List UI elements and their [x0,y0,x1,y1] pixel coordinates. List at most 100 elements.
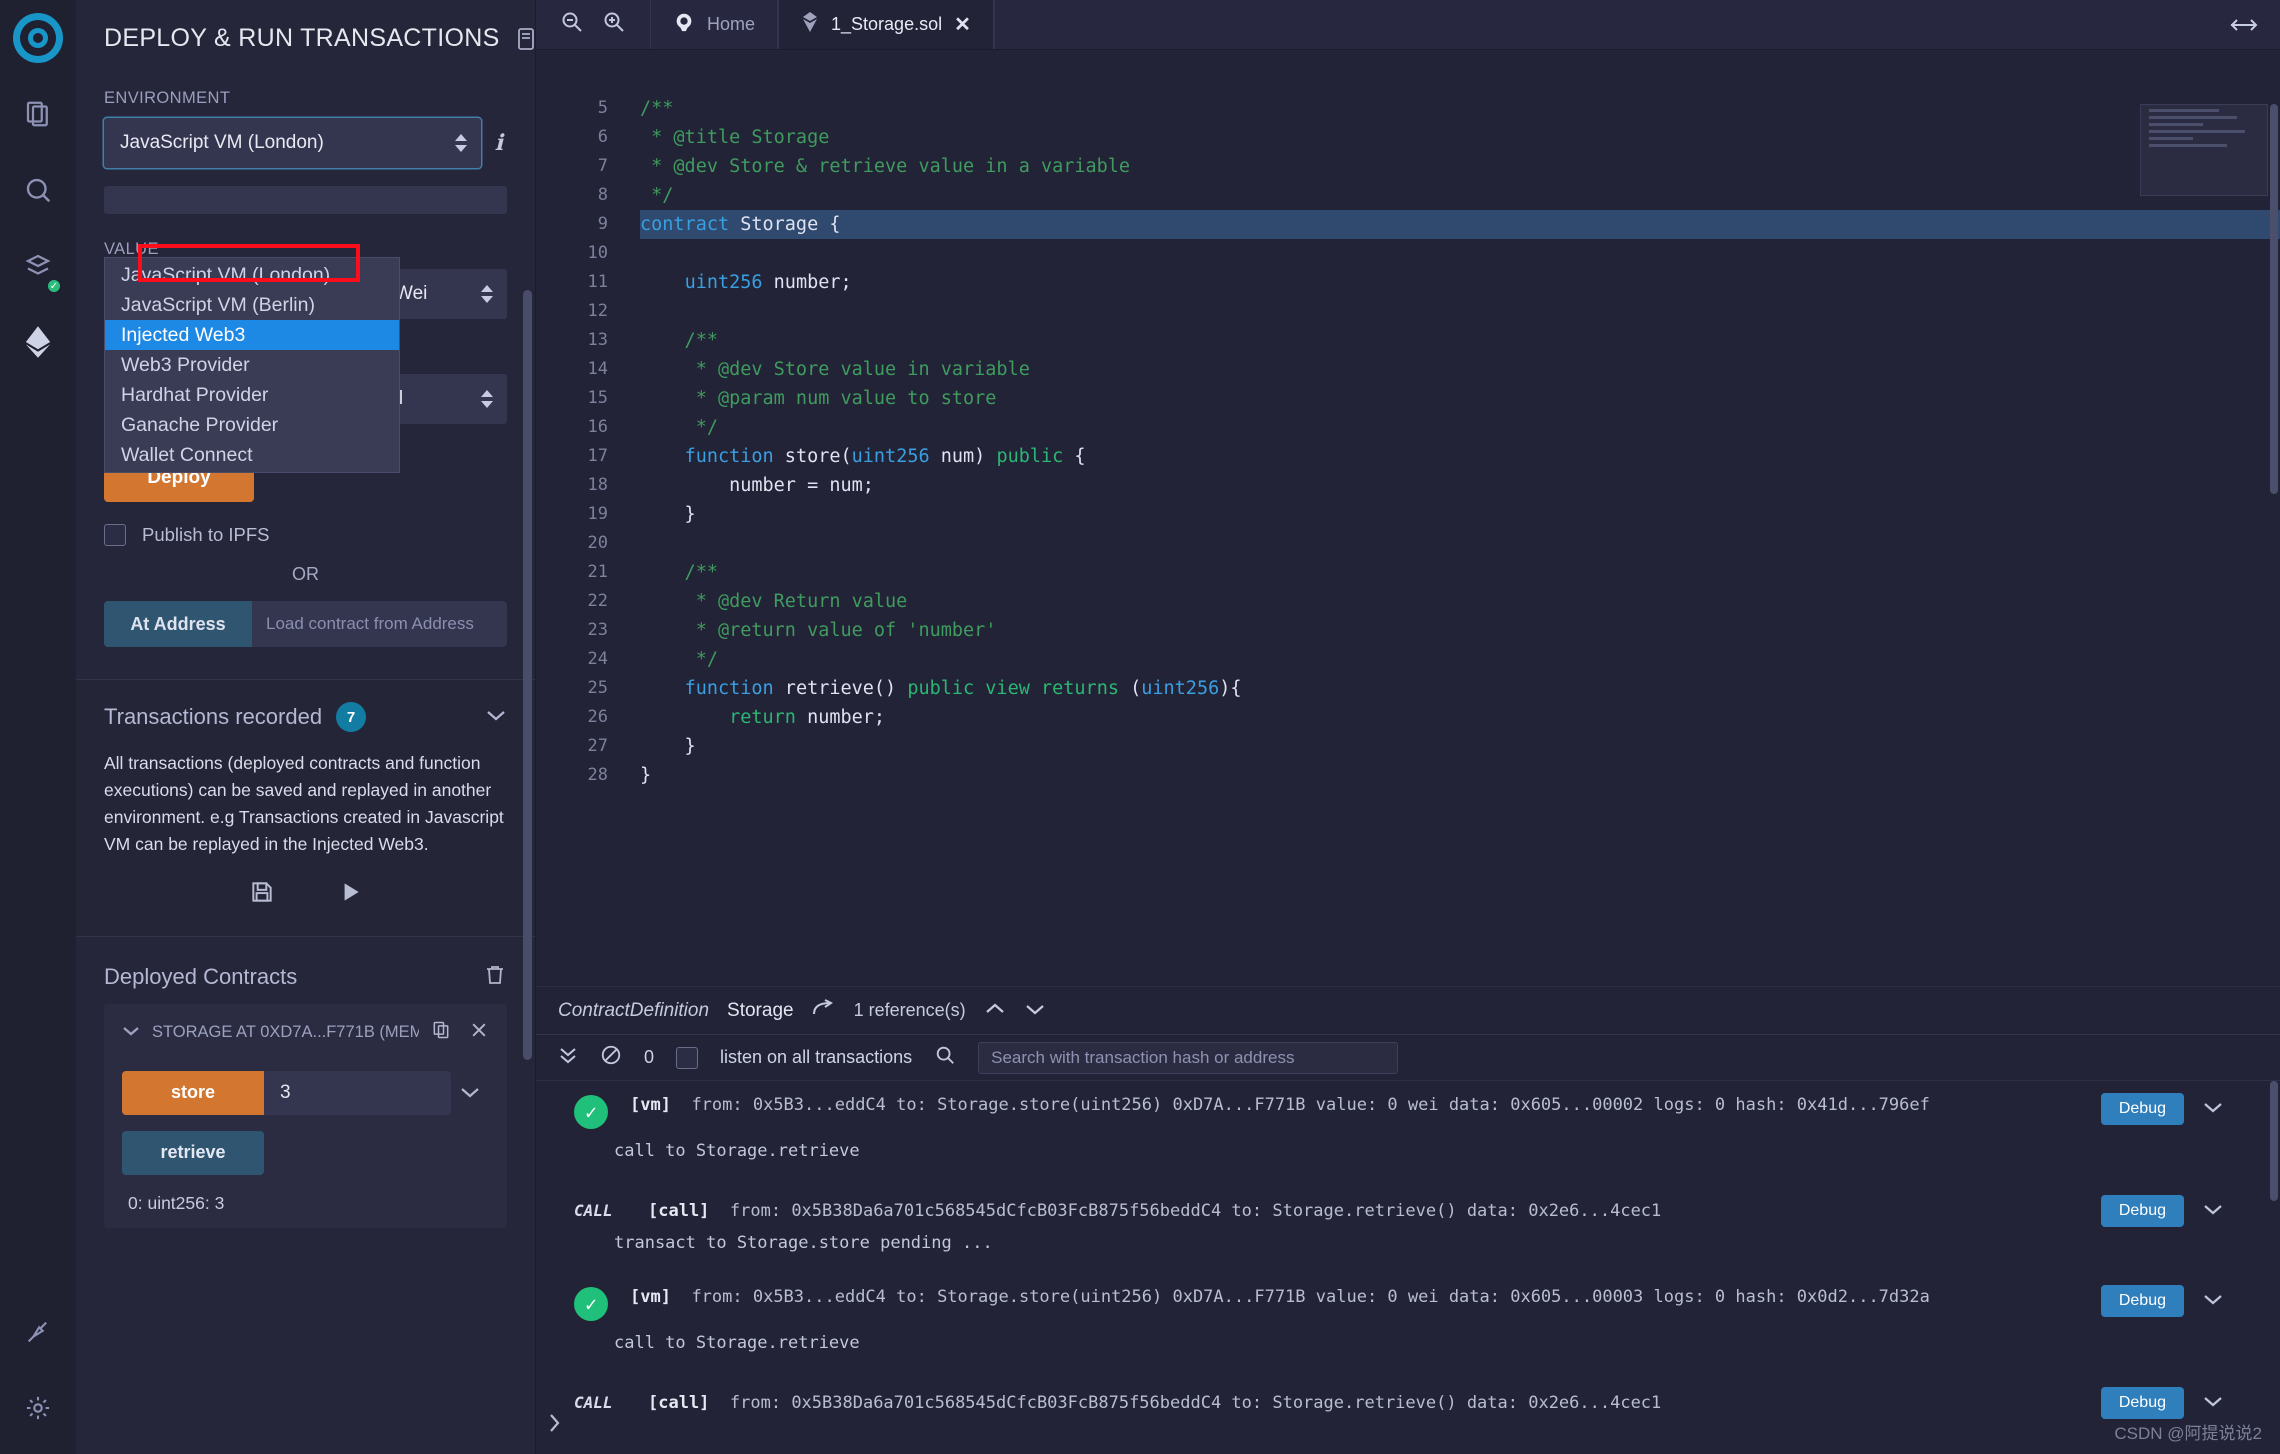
log-entry[interactable]: ✓ [vm] from: 0x5B3...eddC4 to: Storage.s… [536,1089,2280,1129]
publish-ipfs-label: Publish to IPFS [142,524,270,545]
code-line[interactable]: function store(uint256 num) public { [640,442,2280,471]
code-line[interactable]: */ [640,413,2280,442]
chevron-down-icon[interactable] [1024,1000,1046,1022]
dropdown-option-5[interactable]: Ganache Provider [105,410,399,440]
environment-select[interactable]: JavaScript VM (London) [104,118,481,168]
code-line[interactable] [640,239,2280,268]
chevron-down-icon[interactable] [2202,1201,2224,1220]
terminal-log-list[interactable]: ✓ [vm] from: 0x5B3...eddC4 to: Storage.s… [536,1081,2280,1454]
code-line[interactable]: /** [640,94,2280,123]
store-button[interactable]: store [122,1070,264,1115]
chevron-down-icon[interactable] [485,708,507,727]
publish-ipfs-checkbox[interactable] [104,524,126,546]
code-line[interactable]: */ [640,181,2280,210]
log-entry-text: [vm] from: 0x5B3...eddC4 to: Storage.sto… [630,1287,1930,1307]
log-tag: [call] [648,1393,710,1413]
search-icon[interactable] [10,162,66,218]
code-content[interactable]: /** * @title Storage * @dev Store & retr… [622,50,2280,986]
deploy-run-icon[interactable] [10,314,66,370]
debug-button[interactable]: Debug [2100,1285,2184,1317]
listen-all-label: listen on all transactions [720,1047,913,1067]
line-number: 24 [587,649,608,669]
tab-home[interactable]: Home [650,0,779,49]
info-icon[interactable]: ℹ [495,130,507,156]
arrow-jump-icon[interactable] [812,998,836,1023]
code-line[interactable] [640,529,2280,558]
dropdown-option-4[interactable]: Hardhat Provider [105,380,399,410]
code-line[interactable]: */ [640,645,2280,674]
log-entry[interactable]: CALL [call] from: 0x5B38Da6a701c568545dC… [536,1195,2280,1227]
solidity-compiler-icon[interactable]: ✓ [10,238,66,294]
code-line[interactable]: number = num; [640,471,2280,500]
plugin-manager-icon[interactable] [10,1304,66,1360]
close-icon[interactable]: ✕ [954,12,971,37]
dropdown-option-6[interactable]: Wallet Connect [105,440,399,470]
editor-scrollbar[interactable] [2270,104,2278,494]
code-line[interactable]: uint256 number; [640,268,2280,297]
code-line[interactable]: * @dev Return value [640,587,2280,616]
editor-minimap[interactable] [2140,104,2268,196]
code-line[interactable]: contract Storage { [640,210,2280,239]
code-line[interactable]: * @dev Store & retrieve value in a varia… [640,152,2280,181]
at-address-input[interactable]: Load contract from Address [252,601,507,647]
save-icon[interactable] [249,879,275,910]
file-explorer-icon[interactable] [10,86,66,142]
settings-gear-icon[interactable] [10,1380,66,1436]
dropdown-option-1[interactable]: JavaScript VM (Berlin) [105,290,399,320]
code-line[interactable]: * @title Storage [640,123,2280,152]
retrieve-button[interactable]: retrieve [122,1130,264,1175]
code-line[interactable]: /** [640,558,2280,587]
expand-arrows-icon[interactable] [2208,0,2280,49]
zoom-in-icon[interactable] [602,10,626,39]
dropdown-option-3[interactable]: Web3 Provider [105,350,399,380]
environment-row: JavaScript VM (London) ℹ [104,118,507,168]
debug-button[interactable]: Debug [2100,1387,2184,1419]
code-line[interactable]: * @return value of 'number' [640,616,2280,645]
at-address-button[interactable]: At Address [104,601,252,647]
store-input[interactable]: 3 [264,1070,451,1115]
chevron-up-icon[interactable] [984,1000,1006,1022]
remix-logo-icon[interactable] [10,10,66,66]
code-editor[interactable]: 5 6 7 8 9 10 11 12 13 14 15 16 17 18 19 20 21 22 23 24 25 26 2… [536,50,2280,986]
code-line[interactable]: * @param num value to store [640,384,2280,413]
breadcrumb-references[interactable]: 1 reference(s) [854,1000,966,1021]
code-line[interactable]: function retrieve() public view returns … [640,674,2280,703]
tab-1-storage-sol[interactable]: 1_Storage.sol ✕ [778,0,994,49]
terminal-search-input[interactable]: Search with transaction hash or address [978,1041,1399,1074]
chevron-right-icon[interactable] [546,1412,562,1440]
log-entry[interactable]: CALL [call] from: 0x5B38Da6a701c568545dC… [536,1387,2280,1419]
listen-all-checkbox[interactable] [676,1046,699,1069]
copy-icon[interactable] [431,1020,451,1045]
close-icon[interactable] [469,1020,489,1045]
code-line[interactable]: * @dev Store value in variable [640,355,2280,384]
recorder-icon[interactable] [516,27,535,51]
search-icon[interactable] [934,1044,956,1071]
chevron-down-icon[interactable] [451,1086,489,1099]
chevron-down-icon[interactable] [122,1023,140,1042]
zoom-out-icon[interactable] [560,10,584,39]
double-chevron-down-icon[interactable] [558,1044,578,1071]
log-entry[interactable]: ✓ [vm] from: 0x5B3...eddC4 to: Storage.s… [536,1281,2280,1321]
dropdown-option-0[interactable]: JavaScript VM (London) [105,260,399,290]
chevron-down-icon[interactable] [2202,1291,2224,1310]
terminal-scrollbar[interactable] [2270,1081,2278,1201]
code-line[interactable]: } [640,732,2280,761]
dropdown-option-2[interactable]: Injected Web3 [105,320,399,350]
trash-icon[interactable] [483,963,507,992]
code-line[interactable]: } [640,761,2280,790]
transactions-recorded-header[interactable]: Transactions recorded 7 [104,702,507,732]
instance-header[interactable]: STORAGE AT 0XD7A...F771B (MEM [104,1020,507,1045]
code-line[interactable] [640,297,2280,326]
chevron-down-icon[interactable] [2202,1393,2224,1412]
play-icon[interactable] [337,879,363,910]
code-line[interactable]: /** [640,326,2280,355]
account-select[interactable] [104,186,507,214]
code-line[interactable]: } [640,500,2280,529]
debug-button[interactable]: Debug [2100,1195,2184,1227]
code-line[interactable]: return number; [640,703,2280,732]
debug-button[interactable]: Debug [2100,1093,2184,1125]
chevron-down-icon[interactable] [2202,1099,2224,1118]
environment-dropdown-list[interactable]: JavaScript VM (London) JavaScript VM (Be… [104,257,400,473]
ban-icon[interactable] [600,1044,622,1071]
panel-scrollbar[interactable] [523,290,532,1060]
